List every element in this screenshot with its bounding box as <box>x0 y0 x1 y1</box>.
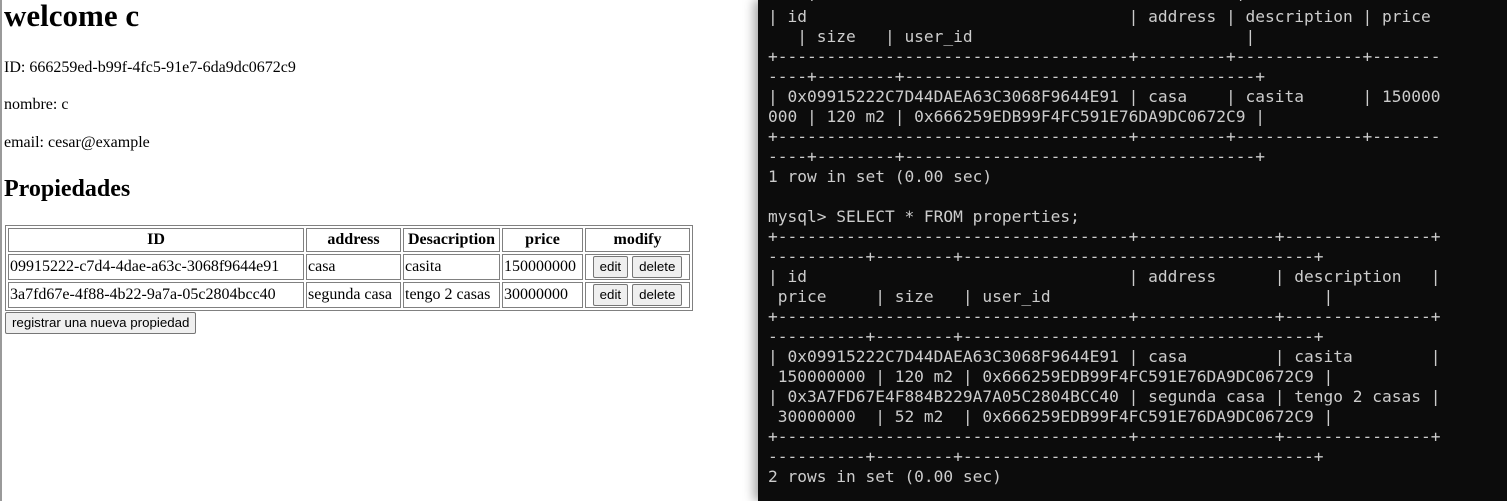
column-header-id: ID <box>8 228 304 252</box>
cell-price: 150000000 <box>502 254 583 280</box>
terminal-line: ----------+--------+--------------------… <box>768 247 1324 266</box>
terminal-line: +------------------------------------+--… <box>768 227 1441 246</box>
cell-id: 3a7fd67e-4f88-4b22-9a7a-05c2804bcc40 <box>8 282 304 308</box>
terminal-line: | 0x3A7FD67E4F884B229A7A05C2804BCC40 | s… <box>768 387 1441 406</box>
terminal-line: | size | user_id | <box>768 27 1256 46</box>
terminal-line: | 0x09915222C7D44DAEA63C3068F9644E91 | c… <box>768 347 1441 366</box>
properties-table: ID address Desacription price modify 099… <box>5 225 693 311</box>
terminal-line: 2 rows in set (0.00 sec) <box>768 467 1002 486</box>
terminal-line: 30000000 | 52 m2 | 0x666259EDB99F4FC591E… <box>768 407 1334 426</box>
user-id-text: ID: 666259ed-b99f-4fc5-91e7-6da9dc0672c9 <box>4 59 296 76</box>
browser-page: welcome c ID: 666259ed-b99f-4fc5-91e7-6d… <box>0 0 758 501</box>
delete-button[interactable]: delete <box>632 284 683 306</box>
welcome-heading: welcome c <box>4 0 140 33</box>
terminal-line: ----+--------+--------------------------… <box>768 147 1266 166</box>
edit-button[interactable]: edit <box>592 284 629 306</box>
user-name-text: nombre: c <box>4 96 69 113</box>
cell-price: 30000000 <box>502 282 583 308</box>
properties-heading: Propiedades <box>4 176 131 202</box>
terminal-line: 000 | 120 m2 | 0x666259EDB99F4FC591E76DA… <box>768 107 1266 126</box>
edit-button[interactable]: edit <box>592 256 629 278</box>
cell-modify: edit delete <box>585 254 690 280</box>
terminal-line: | id | address | description | price <box>768 7 1431 26</box>
column-header-address: address <box>306 228 401 252</box>
user-email-text: email: cesar@example <box>4 134 150 151</box>
terminal-line: +------------------------------------+--… <box>768 307 1441 326</box>
terminal-line: +------------------------------------+--… <box>768 127 1441 146</box>
table-row: 3a7fd67e-4f88-4b22-9a7a-05c2804bcc40 seg… <box>8 282 690 308</box>
terminal-line: ----+-----------------------------------… <box>768 0 1246 6</box>
terminal-line: 1 row in set (0.00 sec) <box>768 167 993 186</box>
column-header-price: price <box>502 228 583 252</box>
cell-modify: edit delete <box>585 282 690 308</box>
terminal-line: | id | address | description | <box>768 267 1441 286</box>
terminal-window[interactable]: ----+-----------------------------------… <box>758 0 1507 501</box>
screen: welcome c ID: 666259ed-b99f-4fc5-91e7-6d… <box>0 0 1507 501</box>
terminal-line: mysql> SELECT * FROM properties; <box>768 207 1080 226</box>
terminal-line: +------------------------------------+--… <box>768 47 1441 66</box>
terminal-line: ----------+--------+--------------------… <box>768 447 1324 466</box>
cell-address: casa <box>306 254 401 280</box>
terminal-line: ----------+--------+--------------------… <box>768 327 1324 346</box>
column-header-modify: modify <box>585 228 690 252</box>
register-property-button[interactable]: registrar una nueva propiedad <box>5 312 197 334</box>
column-header-description: Desacription <box>403 228 500 252</box>
terminal-line: +------------------------------------+--… <box>768 427 1441 446</box>
table-row: 09915222-c7d4-4dae-a63c-3068f9644e91 cas… <box>8 254 690 280</box>
terminal-output: ----+-----------------------------------… <box>768 0 1440 487</box>
delete-button[interactable]: delete <box>632 256 683 278</box>
cell-description: casita <box>403 254 500 280</box>
cell-description: tengo 2 casas <box>403 282 500 308</box>
cell-address: segunda casa <box>306 282 401 308</box>
terminal-line: | 0x09915222C7D44DAEA63C3068F9644E91 | c… <box>768 87 1441 106</box>
table-header-row: ID address Desacription price modify <box>8 228 690 252</box>
terminal-line: 150000000 | 120 m2 | 0x666259EDB99F4FC59… <box>768 367 1334 386</box>
terminal-line: ----+--------+--------------------------… <box>768 67 1266 86</box>
terminal-line: price | size | user_id | <box>768 287 1334 306</box>
cell-id: 09915222-c7d4-4dae-a63c-3068f9644e91 <box>8 254 304 280</box>
